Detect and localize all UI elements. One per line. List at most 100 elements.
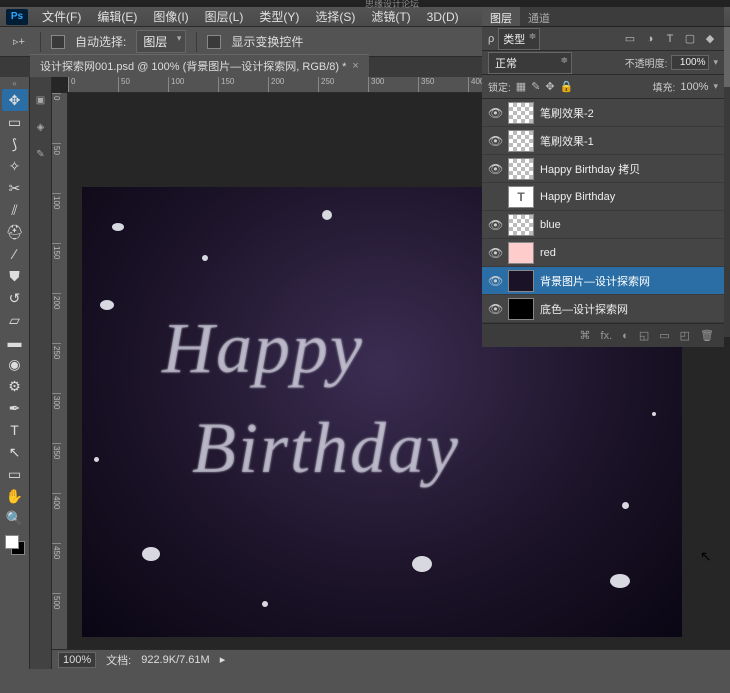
filter-pixel-icon[interactable]: ▭	[622, 32, 638, 45]
auto-select-checkbox[interactable]	[51, 35, 65, 49]
fx-icon[interactable]: fx.	[601, 330, 613, 342]
filter-smart-icon[interactable]: ◆	[702, 32, 718, 45]
brush-tool[interactable]: ∕	[2, 243, 28, 265]
panel-tab-layers[interactable]: 图层	[482, 7, 520, 26]
layer-name[interactable]: 背景图片—设计探索网	[540, 273, 718, 289]
layer-row[interactable]: 👁 背景图片—设计探索网	[482, 267, 724, 295]
close-icon[interactable]: ×	[352, 60, 358, 72]
filter-type-icon[interactable]: T	[662, 33, 678, 45]
layer-row[interactable]: 👁 笔刷效果-2	[482, 99, 724, 127]
panel-scrollbar[interactable]	[724, 27, 730, 337]
visibility-icon[interactable]: 👁	[488, 302, 502, 316]
pen-tool[interactable]: ✒	[2, 397, 28, 419]
layer-thumbnail[interactable]: T	[508, 186, 534, 208]
visibility-icon[interactable]: 👁	[488, 106, 502, 120]
visibility-icon[interactable]: 👁	[488, 134, 502, 148]
lock-position-icon[interactable]: ✥	[545, 80, 554, 93]
filter-icon[interactable]: ρ	[488, 33, 494, 45]
type-tool[interactable]: T	[2, 419, 28, 441]
zoom-value[interactable]: 100%	[58, 652, 96, 668]
crop-tool[interactable]: ✂	[2, 177, 28, 199]
lock-pixels-icon[interactable]: ✎	[531, 80, 540, 93]
hand-tool[interactable]: ✋	[2, 485, 28, 507]
layer-row[interactable]: T Happy Birthday	[482, 183, 724, 211]
menu-layer[interactable]: 图层(L)	[197, 6, 252, 27]
visibility-icon[interactable]: 👁	[488, 246, 502, 260]
layer-name[interactable]: blue	[540, 219, 718, 231]
layer-row[interactable]: 👁 底色—设计探索网	[482, 295, 724, 323]
shape-tool[interactable]: ▭	[2, 463, 28, 485]
heal-tool[interactable]: ⛑	[2, 221, 28, 243]
zoom-tool[interactable]: 🔍	[2, 507, 28, 529]
dropdown-icon[interactable]: ▾	[713, 57, 718, 68]
layer-name[interactable]: 笔刷效果-2	[540, 105, 718, 121]
mini-icon[interactable]: ▣	[36, 95, 45, 106]
document-tab[interactable]: 设计探索网001.psd @ 100% (背景图片—设计探索网, RGB/8) …	[30, 54, 369, 77]
lock-all-icon[interactable]: 🔒	[560, 80, 574, 93]
menu-edit[interactable]: 编辑(E)	[89, 6, 145, 27]
layer-thumbnail[interactable]	[508, 242, 534, 264]
auto-select-target[interactable]: 图层	[136, 30, 186, 53]
layer-row[interactable]: 👁 笔刷效果-1	[482, 127, 724, 155]
lasso-tool[interactable]: ⟆	[2, 133, 28, 155]
scrollbar-thumb[interactable]	[724, 27, 730, 87]
layer-name[interactable]: Happy Birthday 拷贝	[540, 161, 718, 177]
history-brush-tool[interactable]: ↺	[2, 287, 28, 309]
layer-thumbnail[interactable]	[508, 214, 534, 236]
menu-3d[interactable]: 3D(D)	[419, 8, 467, 26]
mini-icon[interactable]: ◈	[37, 122, 45, 133]
adjustment-icon[interactable]: ◱	[639, 329, 649, 342]
menu-filter[interactable]: 滤镜(T)	[363, 6, 418, 27]
eraser-tool[interactable]: ▱	[2, 309, 28, 331]
layer-name[interactable]: red	[540, 247, 718, 259]
opacity-value[interactable]: 100%	[671, 55, 709, 70]
visibility-icon[interactable]: 👁	[488, 162, 502, 176]
visibility-icon[interactable]: 👁	[488, 274, 502, 288]
color-swatch[interactable]	[5, 535, 25, 555]
group-icon[interactable]: ▭	[659, 329, 669, 342]
dodge-tool[interactable]: ⚙	[2, 375, 28, 397]
stamp-tool[interactable]: ⛊	[2, 265, 28, 287]
layer-name[interactable]: 笔刷效果-1	[540, 133, 718, 149]
path-tool[interactable]: ↖	[2, 441, 28, 463]
show-transform-checkbox[interactable]	[207, 35, 221, 49]
lock-transparency-icon[interactable]: ▦	[516, 80, 526, 93]
mask-icon[interactable]: ◐	[622, 330, 629, 342]
layer-row[interactable]: 👁 red	[482, 239, 724, 267]
gradient-tool[interactable]: ▬	[2, 331, 28, 353]
panel-tab-channels[interactable]: 通道	[520, 7, 558, 26]
mini-icon[interactable]: ✎	[36, 149, 44, 160]
layer-row[interactable]: 👁 blue	[482, 211, 724, 239]
layer-row[interactable]: 👁 Happy Birthday 拷贝	[482, 155, 724, 183]
tools-expander[interactable]: «	[0, 79, 29, 89]
layer-thumbnail[interactable]	[508, 130, 534, 152]
dropdown-icon[interactable]: ▾	[713, 81, 718, 92]
trash-icon[interactable]: 🗑	[700, 329, 714, 342]
menu-type[interactable]: 类型(Y)	[251, 6, 307, 27]
layer-name[interactable]: 底色—设计探索网	[540, 301, 718, 317]
layer-thumbnail[interactable]	[508, 270, 534, 292]
move-tool[interactable]: ✥	[2, 89, 28, 111]
menu-image[interactable]: 图像(I)	[145, 6, 196, 27]
filter-adjust-icon[interactable]: ◑	[642, 33, 658, 45]
link-icon[interactable]: ⌘	[580, 329, 591, 342]
ruler-vertical: 0 50 100 150 200 250 300 350 400 450 500	[52, 93, 68, 649]
layer-thumbnail[interactable]	[508, 158, 534, 180]
fill-value[interactable]: 100%	[680, 81, 708, 93]
filter-type-select[interactable]: 类型	[498, 28, 540, 50]
wand-tool[interactable]: ✧	[2, 155, 28, 177]
layer-thumbnail[interactable]	[508, 298, 534, 320]
layer-thumbnail[interactable]	[508, 102, 534, 124]
menu-file[interactable]: 文件(F)	[34, 6, 89, 27]
visibility-icon[interactable]: 👁	[488, 218, 502, 232]
marquee-tool[interactable]: ▭	[2, 111, 28, 133]
new-layer-icon[interactable]: ◰	[680, 329, 690, 342]
status-arrow-icon[interactable]: ▸	[220, 653, 226, 666]
blend-mode-select[interactable]: 正常	[488, 52, 572, 74]
layer-name[interactable]: Happy Birthday	[540, 191, 718, 203]
menu-select[interactable]: 选择(S)	[307, 6, 363, 27]
blur-tool[interactable]: ◉	[2, 353, 28, 375]
fg-color[interactable]	[5, 535, 19, 549]
filter-shape-icon[interactable]: ▢	[682, 32, 698, 45]
eyedropper-tool[interactable]: ⫽	[2, 199, 28, 221]
